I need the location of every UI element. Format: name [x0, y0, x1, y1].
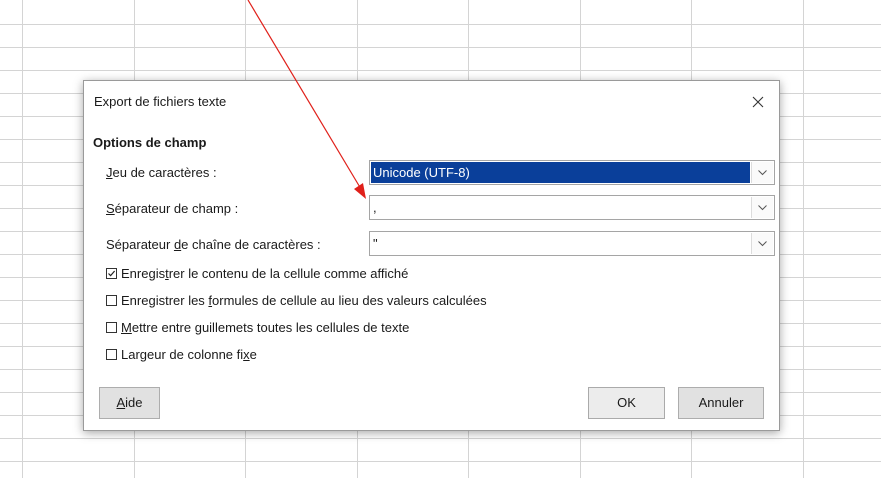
field-separator-combo[interactable]: ,	[369, 195, 775, 220]
field-separator-label-post: éparateur de champ :	[114, 201, 239, 216]
cancel-button[interactable]: Annuler	[678, 387, 764, 419]
field-separator-label: Séparateur de champ :	[106, 201, 238, 216]
charset-value: Unicode (UTF-8)	[371, 162, 750, 183]
fixed-column-width-label-pre: Largeur de colonne fi	[121, 347, 244, 362]
checkmark-icon	[108, 270, 116, 277]
chevron-down-icon	[758, 205, 767, 211]
help-button[interactable]: Aide	[99, 387, 160, 419]
string-separator-value[interactable]: "	[371, 233, 750, 254]
charset-label: Jeu de caractères :	[106, 165, 217, 180]
quote-text-cells-label: Mettre entre guillemets toutes les cellu…	[121, 320, 409, 335]
ok-button[interactable]: OK	[588, 387, 665, 419]
string-separator-label-post: e chaîne de caractères :	[181, 237, 321, 252]
quote-text-cells-label-post: ettre entre guillemets toutes les cellul…	[131, 320, 410, 335]
export-text-file-dialog: Export de fichiers texte Options de cham…	[83, 80, 780, 431]
string-separator-label: Séparateur de chaîne de caractères :	[106, 237, 321, 252]
dialog-title: Export de fichiers texte	[94, 94, 227, 109]
charset-select[interactable]: Unicode (UTF-8)	[369, 160, 775, 185]
charset-dropdown-button[interactable]	[751, 162, 773, 183]
save-formulas-label-post: ormules de cellule au lieu des valeurs c…	[212, 293, 487, 308]
help-button-rest: ide	[125, 395, 143, 410]
save-formulas-checkbox[interactable]	[106, 295, 117, 306]
string-separator-combo[interactable]: "	[369, 231, 775, 256]
fixed-column-width-label: Largeur de colonne fixe	[121, 347, 257, 362]
string-separator-label-pre: Séparateur	[106, 237, 174, 252]
charset-label-post: eu de caractères :	[112, 165, 217, 180]
chevron-down-icon	[758, 170, 767, 176]
fixed-column-width-checkbox[interactable]	[106, 349, 117, 360]
quote-text-cells-label-key: M	[121, 320, 132, 335]
field-separator-label-key: S	[106, 201, 115, 216]
fixed-column-width-label-post: e	[249, 347, 257, 362]
save-as-shown-label-post: rer le contenu de la cellule comme affic…	[168, 266, 409, 281]
close-button[interactable]	[743, 89, 773, 115]
section-title: Options de champ	[93, 135, 207, 150]
save-as-shown-label-pre: Enregis	[121, 266, 166, 281]
save-as-shown-label: Enregistrer le contenu de la cellule com…	[121, 266, 408, 281]
save-as-shown-checkbox[interactable]	[106, 268, 117, 279]
field-separator-value[interactable]: ,	[371, 197, 750, 218]
save-formulas-label: Enregistrer les formules de cellule au l…	[121, 293, 487, 308]
field-separator-dropdown-button[interactable]	[751, 197, 773, 218]
chevron-down-icon	[758, 241, 767, 247]
save-formulas-label-pre: Enregistrer les	[121, 293, 209, 308]
quote-text-cells-checkbox[interactable]	[106, 322, 117, 333]
close-icon	[752, 96, 764, 108]
string-separator-dropdown-button[interactable]	[751, 233, 773, 254]
dialog-titlebar: Export de fichiers texte	[84, 81, 779, 123]
help-button-key: A	[116, 395, 126, 410]
